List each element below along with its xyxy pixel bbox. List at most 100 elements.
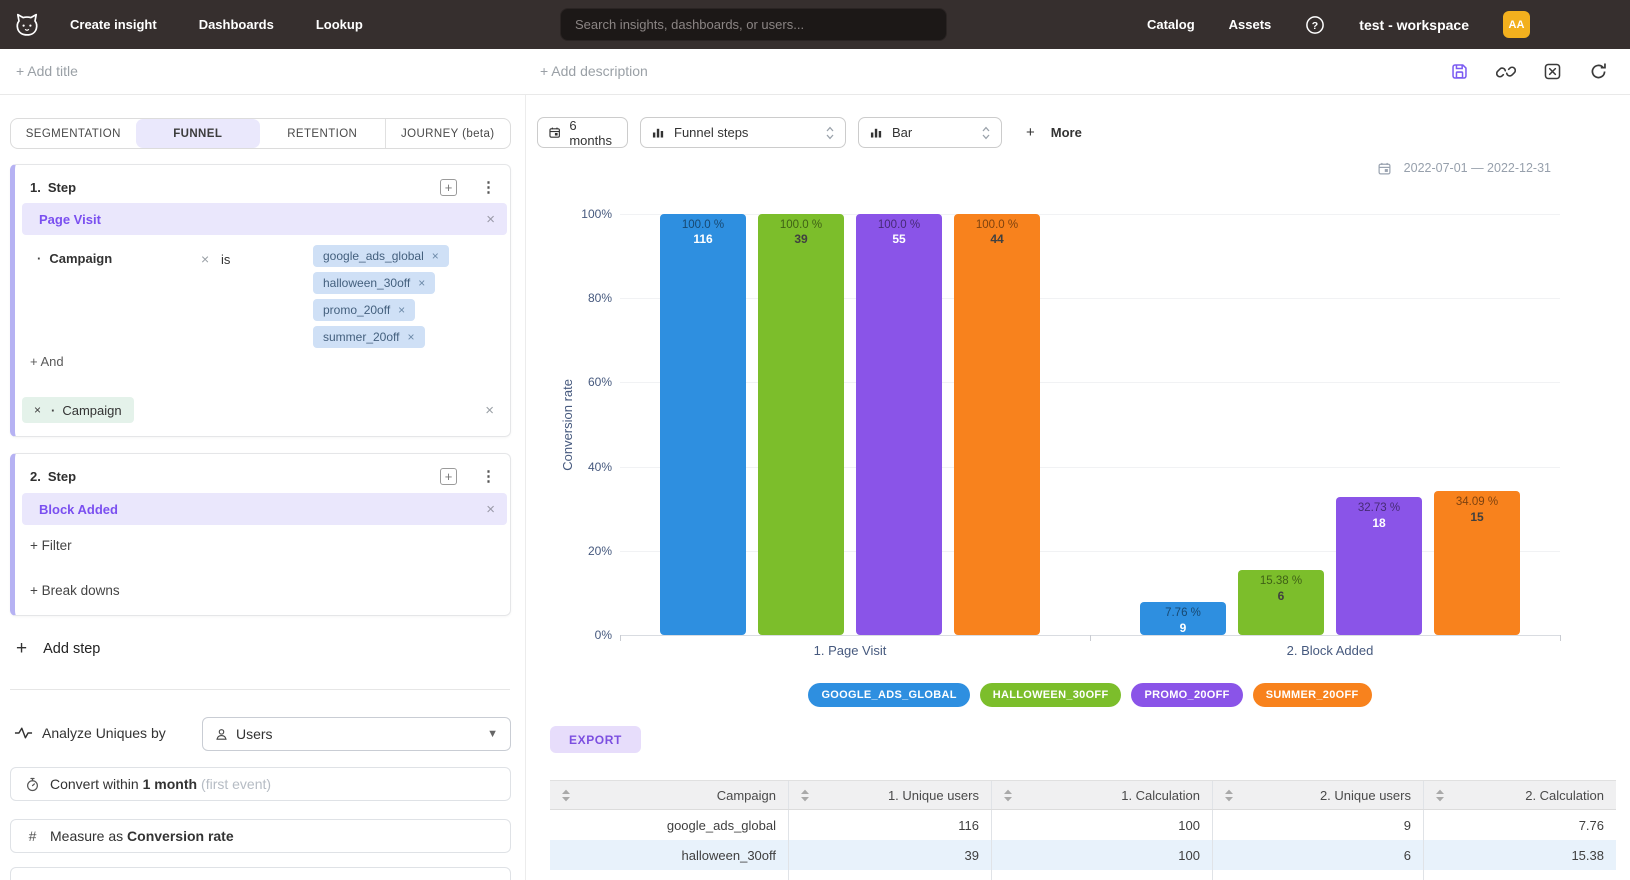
table-cell <box>1423 870 1616 880</box>
table-cell: 100 <box>991 840 1212 870</box>
column-header-2-calculation[interactable]: 2. Calculation <box>1423 781 1616 809</box>
table-row[interactable] <box>550 870 1616 880</box>
remove-value-icon[interactable]: × <box>432 249 439 263</box>
chart-type-select[interactable]: Bar <box>858 117 1002 148</box>
measure-as-setting[interactable]: # Measure as Conversion rate <box>10 819 511 853</box>
breakdown-property: Campaign <box>62 403 121 418</box>
x-axis-category-label: 2. Block Added <box>1220 643 1440 658</box>
legend-chip-promo_20off[interactable]: PROMO_20OFF <box>1131 683 1242 707</box>
add-and-condition-button[interactable]: + And <box>30 354 64 369</box>
step-index: 1. <box>30 180 41 195</box>
table-cell <box>1212 870 1423 880</box>
app-logo-cat-icon[interactable] <box>10 11 44 39</box>
save-icon[interactable] <box>1450 62 1469 81</box>
filter-property[interactable]: Campaign <box>49 251 112 266</box>
remove-value-icon[interactable]: × <box>407 330 414 344</box>
calendar-icon <box>549 126 560 139</box>
nav-catalog[interactable]: Catalog <box>1147 17 1195 32</box>
table-cell: 6 <box>1212 840 1423 870</box>
legend-chip-summer_20off[interactable]: SUMMER_20OFF <box>1253 683 1372 707</box>
add-filter-button[interactable]: + Filter <box>30 538 72 553</box>
nav-lookup[interactable]: Lookup <box>316 17 363 32</box>
avatar[interactable]: AA <box>1503 11 1530 38</box>
column-header-1-calculation[interactable]: 1. Calculation <box>991 781 1212 809</box>
date-range-display[interactable]: 2022-07-01 — 2022-12-31 <box>1378 161 1551 175</box>
table-row[interactable]: google_ads_global11610097.76 <box>550 810 1616 840</box>
nav-assets[interactable]: Assets <box>1229 17 1272 32</box>
event-name: Block Added <box>39 502 118 517</box>
filter-values: google_ads_global× halloween_30off× promo_… <box>313 245 449 348</box>
bar-halloween_30off-1[interactable]: 100.0 %39 <box>758 214 844 635</box>
sort-icon[interactable] <box>1436 789 1444 802</box>
filter-value-chip[interactable]: summer_20off× <box>313 326 425 348</box>
bar-summer_20off-1[interactable]: 100.0 %44 <box>954 214 1040 635</box>
sort-icon[interactable] <box>562 789 570 802</box>
refresh-icon[interactable] <box>1589 62 1608 81</box>
remove-event-icon[interactable]: × <box>486 501 495 518</box>
add-filter-icon[interactable]: + <box>440 468 457 485</box>
funnel-step-2-card: 2. Step + ⋮ Block Added × + Filter + Bre… <box>10 453 511 616</box>
table-cell: 9 <box>1212 810 1423 840</box>
add-step-button[interactable]: + Add step <box>16 638 100 660</box>
step-title: Step <box>48 180 76 195</box>
add-breakdowns-button[interactable]: + Break downs <box>30 583 120 598</box>
remove-value-icon[interactable]: × <box>418 276 425 290</box>
event-selector[interactable]: Block Added × <box>22 493 507 525</box>
more-options-button[interactable]: + More <box>1026 117 1082 148</box>
help-icon[interactable]: ? <box>1305 15 1325 35</box>
top-navigation: Create insight Dashboards Lookup Catalog… <box>0 0 1630 49</box>
bar-google_ads_global-2[interactable]: 7.76 %9 <box>1140 602 1226 635</box>
convert-within-setting[interactable]: Convert within 1 month(first event) <box>10 767 511 801</box>
sort-icon[interactable] <box>801 789 809 802</box>
column-header-2-unique-users[interactable]: 2. Unique users <box>1212 781 1423 809</box>
workspace-name[interactable]: test - workspace <box>1359 17 1469 33</box>
bar-google_ads_global-1[interactable]: 100.0 %116 <box>660 214 746 635</box>
filter-value-chip[interactable]: promo_20off× <box>313 299 415 321</box>
column-header-campaign[interactable]: Campaign <box>550 781 788 809</box>
legend-chip-halloween_30off[interactable]: HALLOWEEN_30OFF <box>980 683 1122 707</box>
step-menu-icon[interactable]: ⋮ <box>481 180 496 195</box>
remove-breakdown-row-icon[interactable]: × <box>485 402 494 419</box>
sort-icon[interactable] <box>1004 789 1012 802</box>
tab-funnel[interactable]: FUNNEL <box>136 119 261 148</box>
add-title-button[interactable]: + Add title <box>16 63 78 79</box>
step-index: 2. <box>30 469 41 484</box>
analyze-by-select[interactable]: Users ▼ <box>202 717 511 751</box>
copy-link-icon[interactable] <box>1496 62 1516 82</box>
table-cell: halloween_30off <box>550 840 788 870</box>
table-header-row: Campaign1. Unique users1. Calculation2. … <box>550 780 1616 810</box>
legend-chip-google_ads_global[interactable]: GOOGLE_ADS_GLOBAL <box>808 683 969 707</box>
column-header-1-unique-users[interactable]: 1. Unique users <box>788 781 991 809</box>
add-filter-icon[interactable]: + <box>440 179 457 196</box>
remove-value-icon[interactable]: × <box>398 303 405 317</box>
remove-event-icon[interactable]: × <box>486 211 495 228</box>
tab-retention[interactable]: RETENTION <box>260 119 385 148</box>
view-type-select[interactable]: Funnel steps <box>640 117 846 148</box>
export-button[interactable]: EXPORT <box>550 726 641 753</box>
add-description-button[interactable]: + Add description <box>540 63 648 79</box>
additional-setting[interactable] <box>10 867 511 880</box>
table-row[interactable]: halloween_30off39100615.38 <box>550 840 1616 870</box>
filter-value-chip[interactable]: google_ads_global× <box>313 245 449 267</box>
remove-breakdown-icon[interactable]: × <box>34 403 41 417</box>
close-insight-icon[interactable] <box>1543 62 1562 81</box>
breakdown-chip[interactable]: × · Campaign <box>22 397 134 423</box>
bar-promo_20off-2[interactable]: 32.73 %18 <box>1336 497 1422 635</box>
filter-value-chip[interactable]: halloween_30off× <box>313 272 435 294</box>
global-search-input[interactable] <box>560 8 947 41</box>
step-menu-icon[interactable]: ⋮ <box>481 469 496 484</box>
nav-dashboards[interactable]: Dashboards <box>199 17 274 32</box>
tab-journey-beta[interactable]: JOURNEY (beta) <box>385 119 511 148</box>
sort-icon[interactable] <box>1225 789 1233 802</box>
bar-promo_20off-1[interactable]: 100.0 %55 <box>856 214 942 635</box>
bar-summer_20off-2[interactable]: 34.09 %15 <box>1434 491 1520 635</box>
tab-segmentation[interactable]: SEGMENTATION <box>11 119 136 148</box>
filter-operator[interactable]: is <box>221 252 230 267</box>
plus-icon: + <box>1026 124 1035 141</box>
remove-filter-icon[interactable]: × <box>201 251 209 267</box>
nav-create-insight[interactable]: Create insight <box>70 17 157 32</box>
bar-halloween_30off-2[interactable]: 15.38 %6 <box>1238 570 1324 635</box>
event-selector[interactable]: Page Visit × <box>22 203 507 235</box>
x-axis-tick <box>1560 635 1561 641</box>
date-period-button[interactable]: 6 months <box>537 117 628 148</box>
